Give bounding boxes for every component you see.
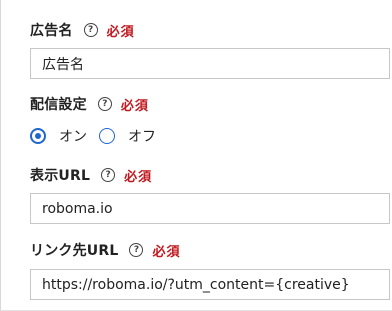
ad-name-label: 広告名 <box>30 23 73 39</box>
help-circle-icon[interactable]: ? <box>101 168 116 182</box>
help-circle-icon[interactable]: ? <box>83 23 98 37</box>
help-circle-icon[interactable]: ? <box>129 243 144 257</box>
required-badge: 必須 <box>120 98 149 114</box>
delivery-label: 配信設定 <box>30 97 87 113</box>
help-circle-icon[interactable]: ? <box>97 97 112 111</box>
delivery-label-row: 配信設定 ? 必須 <box>30 94 149 114</box>
form-left-border <box>0 0 1 311</box>
display-url-label: 表示URL <box>30 168 91 184</box>
radio-checked-icon[interactable] <box>30 128 46 144</box>
link-url-label-row: リンク先URL ? 必須 <box>30 240 181 260</box>
display-url-input[interactable]: roboma.io <box>30 193 390 224</box>
required-badge: 必須 <box>152 244 181 260</box>
ad-name-label-row: 広告名 ? 必須 <box>30 20 135 40</box>
required-badge: 必須 <box>106 24 135 40</box>
radio-unchecked-icon[interactable] <box>99 128 115 144</box>
delivery-off-option[interactable]: オフ <box>99 126 156 146</box>
delivery-on-label[interactable]: オン <box>59 126 87 146</box>
ad-name-input[interactable]: 広告名 <box>30 48 390 79</box>
delivery-off-label[interactable]: オフ <box>128 126 156 146</box>
delivery-on-option[interactable]: オン <box>30 126 87 146</box>
display-url-label-row: 表示URL ? 必須 <box>30 165 152 185</box>
required-badge: 必須 <box>124 169 153 185</box>
link-url-input[interactable]: https://roboma.io/?utm_content={creative… <box>30 269 390 300</box>
delivery-radio-group: オン オフ <box>30 126 168 146</box>
link-url-label: リンク先URL <box>30 243 119 259</box>
